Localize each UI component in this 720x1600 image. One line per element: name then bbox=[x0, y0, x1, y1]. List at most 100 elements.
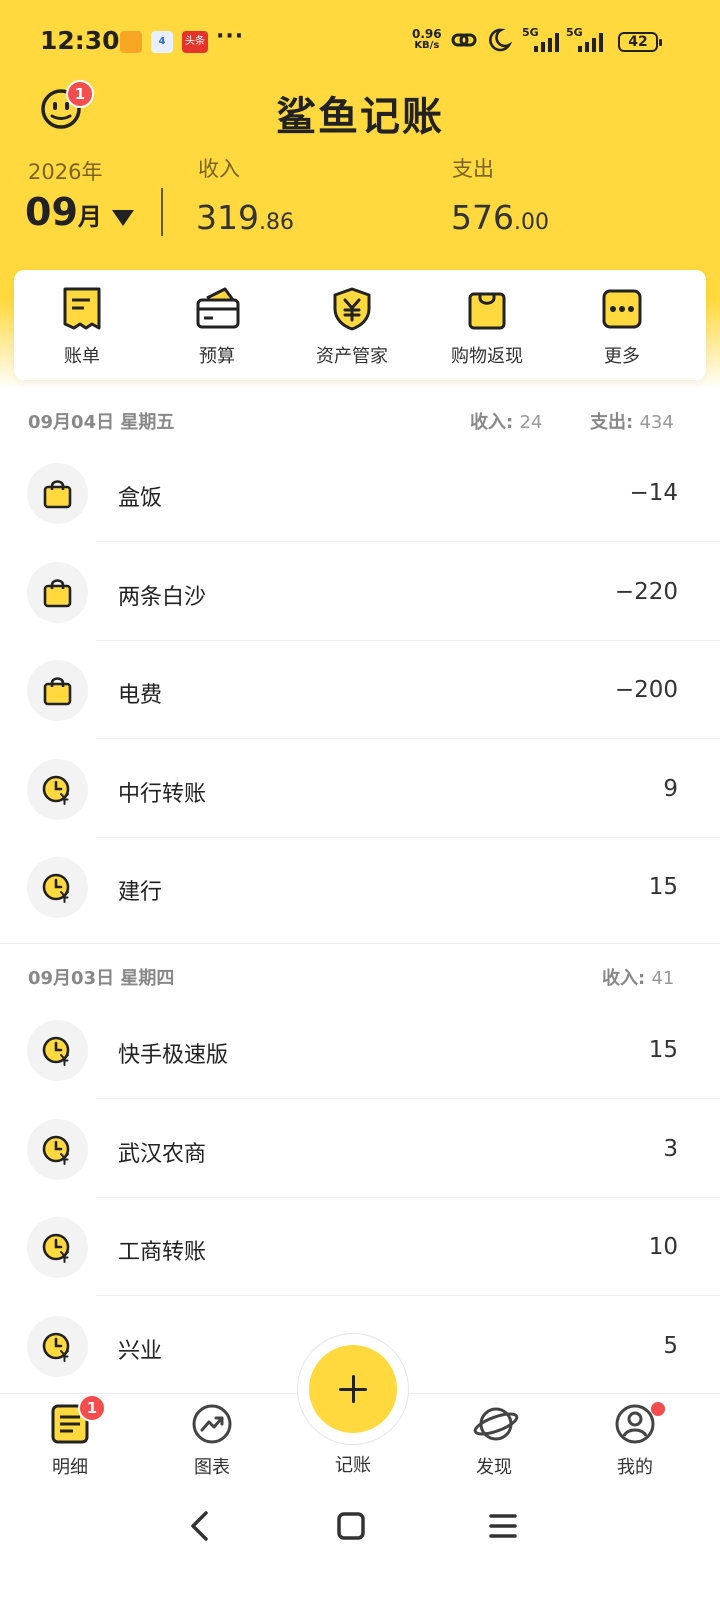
day-header: 09月03日 星期四 收入: 41 bbox=[0, 950, 720, 1000]
app-notification-icon bbox=[120, 31, 142, 53]
tab-details[interactable]: 1 明细 bbox=[10, 1394, 130, 1494]
day-expense-value: 434 bbox=[639, 412, 674, 433]
category-icon bbox=[27, 1118, 88, 1180]
back-icon[interactable] bbox=[186, 1509, 214, 1543]
transaction-name: 电费 bbox=[118, 683, 163, 708]
section-divider bbox=[0, 943, 720, 944]
details-badge: 1 bbox=[78, 1394, 106, 1422]
record-label: 记账 bbox=[335, 1455, 371, 1476]
day-income-value: 24 bbox=[519, 412, 543, 433]
shopping-bag-icon bbox=[43, 578, 72, 607]
quick-cashback-label: 购物返现 bbox=[451, 346, 523, 367]
asset-shield-icon bbox=[333, 287, 371, 331]
income-int: 319 bbox=[196, 198, 259, 237]
link-icon bbox=[451, 33, 477, 47]
transaction-name: 快手极速版 bbox=[118, 1043, 229, 1068]
transaction-row[interactable]: 两条白沙 −220 bbox=[0, 543, 720, 641]
transaction-amount: 3 bbox=[663, 1135, 678, 1162]
transaction-name: 盒饭 bbox=[118, 486, 163, 511]
expense-dec: .00 bbox=[514, 210, 549, 235]
recents-menu-icon[interactable] bbox=[488, 1509, 518, 1543]
transaction-amount: 15 bbox=[648, 1037, 678, 1063]
quick-more[interactable]: 更多 bbox=[562, 270, 682, 380]
transaction-row[interactable]: 武汉农商 3 bbox=[0, 1100, 720, 1198]
transaction-name: 兴业 bbox=[118, 1338, 163, 1364]
transaction-row[interactable]: 工商转账 10 bbox=[0, 1198, 720, 1296]
transaction-row[interactable]: 电费 −200 bbox=[0, 641, 720, 739]
caret-down-icon[interactable] bbox=[112, 210, 134, 226]
quick-more-label: 更多 bbox=[604, 346, 640, 367]
tab-discover-label: 发现 bbox=[476, 1457, 512, 1478]
day-date: 09月04日 星期五 bbox=[28, 412, 175, 433]
category-icon bbox=[27, 1020, 88, 1081]
app-notification-icon: 4 bbox=[151, 31, 173, 53]
quick-bill[interactable]: 账单 bbox=[22, 270, 142, 380]
clock-yuan-icon bbox=[42, 775, 70, 805]
day-income-value: 41 bbox=[651, 968, 675, 989]
month-suffix: 月 bbox=[77, 203, 102, 231]
day-expense: 支出: 434 bbox=[590, 408, 674, 434]
more-icon bbox=[602, 289, 642, 329]
day-expense-label: 支出: bbox=[590, 412, 634, 433]
quick-menu: 账单 预算 资产管家 购物返现 更多 bbox=[14, 270, 706, 380]
expense-int: 576 bbox=[451, 198, 514, 237]
more-notifications-icon: ··· bbox=[216, 24, 245, 49]
income-total: 319.86 bbox=[196, 198, 294, 237]
status-time: 12:30 bbox=[40, 26, 120, 55]
tab-charts[interactable]: 图表 bbox=[152, 1394, 272, 1494]
transaction-name: 建行 bbox=[118, 880, 163, 905]
network-speed-value: 0.96 bbox=[412, 27, 442, 41]
month-selector[interactable]: 09月 bbox=[25, 190, 102, 234]
chart-trend-icon bbox=[192, 1404, 232, 1444]
clock-yuan-icon bbox=[42, 1036, 70, 1066]
network-speed: 0.96 KB/s bbox=[412, 28, 442, 52]
budget-wallet-icon bbox=[196, 287, 240, 329]
transaction-row[interactable]: 盒饭 −14 bbox=[0, 444, 720, 542]
quick-cashback[interactable]: 购物返现 bbox=[427, 270, 547, 380]
quick-bill-label: 账单 bbox=[64, 346, 100, 367]
category-icon bbox=[27, 561, 88, 623]
year-label[interactable]: 2026年 bbox=[28, 156, 102, 186]
category-icon bbox=[27, 1315, 88, 1377]
transaction-row[interactable]: 建行 15 bbox=[0, 838, 720, 936]
day-header: 09月04日 星期五 收入: 24 支出: 434 bbox=[0, 394, 720, 444]
planet-icon bbox=[473, 1407, 519, 1441]
day-income: 收入: 24 bbox=[470, 408, 542, 434]
category-icon bbox=[27, 1217, 88, 1278]
expense-total: 576.00 bbox=[451, 198, 549, 237]
tab-discover[interactable]: 发现 bbox=[434, 1394, 554, 1494]
income-label: 收入 bbox=[198, 157, 240, 181]
signal-icon bbox=[534, 33, 559, 52]
signal-icon bbox=[578, 33, 603, 52]
quick-assets[interactable]: 资产管家 bbox=[292, 270, 412, 380]
notification-dot bbox=[651, 1402, 665, 1416]
transaction-amount: 10 bbox=[648, 1234, 678, 1260]
quick-budget-label: 预算 bbox=[199, 346, 235, 367]
tab-mine[interactable]: 我的 bbox=[575, 1394, 695, 1494]
shopping-bag-icon bbox=[43, 480, 72, 509]
home-icon[interactable] bbox=[336, 1509, 366, 1543]
tab-mine-label: 我的 bbox=[617, 1457, 653, 1478]
transaction-amount: −200 bbox=[614, 677, 678, 703]
clock-yuan-icon bbox=[42, 1233, 70, 1263]
category-icon bbox=[27, 463, 88, 524]
battery-icon: 42 bbox=[618, 32, 662, 52]
transaction-row[interactable]: 中行转账 9 bbox=[0, 740, 720, 838]
category-icon bbox=[27, 758, 88, 820]
quick-budget[interactable]: 预算 bbox=[157, 270, 277, 380]
transaction-name: 两条白沙 bbox=[118, 584, 207, 610]
shopping-bag-icon bbox=[43, 677, 72, 706]
day-income-label: 收入: bbox=[602, 968, 646, 989]
category-icon bbox=[27, 660, 88, 721]
category-icon bbox=[27, 857, 88, 918]
transaction-amount: 9 bbox=[663, 775, 678, 802]
transaction-amount: −14 bbox=[629, 480, 678, 506]
transaction-name: 武汉农商 bbox=[118, 1141, 207, 1167]
transaction-row[interactable]: 快手极速版 15 bbox=[0, 1001, 720, 1099]
quick-assets-label: 资产管家 bbox=[316, 346, 388, 367]
record-add-button[interactable] bbox=[309, 1345, 397, 1433]
day-income: 收入: 41 bbox=[602, 964, 674, 990]
expense-label: 支出 bbox=[452, 157, 494, 181]
clock-yuan-icon bbox=[42, 873, 70, 903]
tab-charts-label: 图表 bbox=[194, 1457, 230, 1478]
